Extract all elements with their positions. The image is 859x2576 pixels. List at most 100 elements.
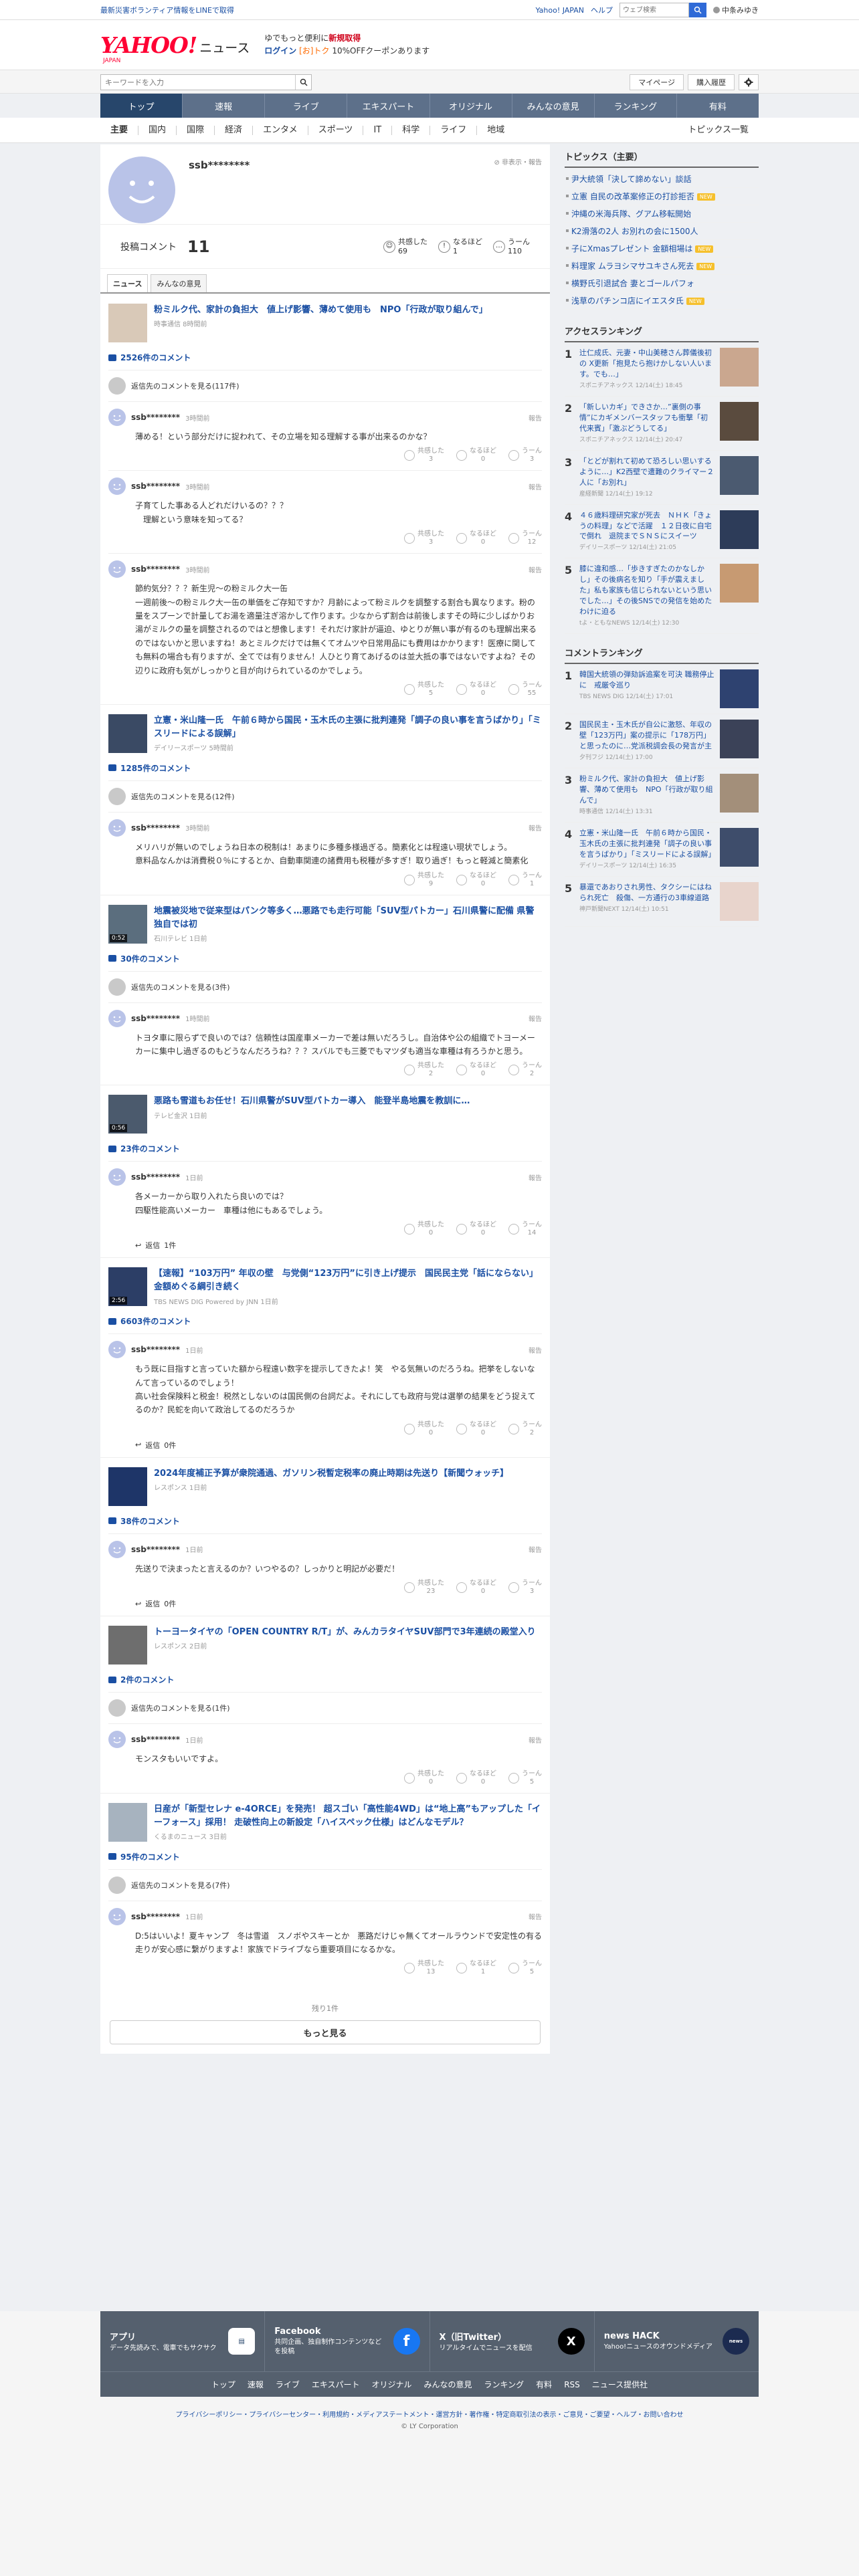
footer-nav-item[interactable]: 速報 xyxy=(248,2379,264,2390)
avatar[interactable] xyxy=(108,1341,126,1359)
ranking-item[interactable]: 2 「新しいカギ」できさか…”裏側の事情”にカギメンバースタッフも衝撃「初代来賓」… xyxy=(565,397,759,451)
tab-opinion[interactable]: みんなの意見 xyxy=(151,274,207,292)
reaction-naruhodo-button[interactable]: なるほど 0 xyxy=(456,1770,496,1786)
web-search-input[interactable] xyxy=(619,3,689,17)
avatar[interactable] xyxy=(108,477,126,496)
nav-opinion[interactable]: みんなの意見 xyxy=(512,94,595,118)
ranking-item[interactable]: 1 辻仁成氏、元妻・中山美穂さん葬儀後初の X更新「抱見たら抱けかしない人います。… xyxy=(565,342,759,397)
reply-link[interactable]: ↩ 返信 1件 xyxy=(135,1240,542,1251)
article-thumbnail[interactable] xyxy=(108,1467,147,1506)
tab-news[interactable]: ニュース xyxy=(107,274,149,292)
avatar[interactable] xyxy=(108,1009,126,1027)
reaction-uun-button[interactable]: うーん 5 xyxy=(508,1770,542,1786)
report-link[interactable]: 報告 xyxy=(529,1735,542,1745)
reaction-uun-button[interactable]: うーん 2 xyxy=(508,1421,542,1437)
reaction-kyokan-button[interactable]: 共感した 0 xyxy=(404,1421,444,1437)
reaction-kyokan-button[interactable]: 共感した 2 xyxy=(404,1062,444,1078)
ranking-item[interactable]: 1 韓国大統領の弾劾訴追案を可決 職務停止に 戒厳令巡り TBS NEWS DIG … xyxy=(565,664,759,715)
show-parent-comment[interactable]: 返信先のコメントを見る(12件) xyxy=(108,780,542,805)
reaction-kyokan-button[interactable]: 共感した 9 xyxy=(404,872,444,888)
comment-count-link[interactable]: 38件のコメント xyxy=(108,1515,542,1527)
topics-list-link[interactable]: トピックス一覧 xyxy=(678,126,759,135)
comment-username[interactable]: ssb******** xyxy=(131,1172,180,1182)
load-more-button[interactable]: もっと見る xyxy=(110,2020,541,2045)
reaction-naruhodo-button[interactable]: なるほど 0 xyxy=(456,872,496,888)
reply-link[interactable]: ↩ 返信 0件 xyxy=(135,1598,542,1609)
footer-links[interactable]: プライバシーポリシー・プライバシーセンター・利用規約・メディアステートメント・運… xyxy=(0,2409,859,2419)
reaction-naruhodo-button[interactable]: なるほど 0 xyxy=(456,1580,496,1596)
nav-top[interactable]: トップ xyxy=(100,94,183,118)
footer-nav-item[interactable]: ニュース提供社 xyxy=(592,2379,648,2390)
comment-username[interactable]: ssb******** xyxy=(131,823,180,833)
reaction-naruhodo-button[interactable]: なるほど 1 xyxy=(456,1960,496,1976)
help-link[interactable]: ヘルプ xyxy=(591,5,613,15)
ranking-item[interactable]: 3 粉ミルク代、家計の負担大 値上げ影響、薄めて使用も NPO「行政が取り組んで」… xyxy=(565,768,759,823)
reaction-uun-button[interactable]: うーん 55 xyxy=(508,681,542,697)
reaction-uun-button[interactable]: うーん 1 xyxy=(508,872,542,888)
mypage-button[interactable]: マイページ xyxy=(630,74,684,90)
show-parent-comment[interactable]: 返信先のコメントを見る(3件) xyxy=(108,970,542,996)
avatar[interactable] xyxy=(108,819,126,837)
footer-nav-item[interactable]: エキスパート xyxy=(312,2379,360,2390)
reply-link[interactable]: ↩ 返信 0件 xyxy=(135,1440,542,1451)
cat-local[interactable]: 地域 xyxy=(477,126,514,135)
avatar[interactable] xyxy=(108,1168,126,1186)
footer-facebook[interactable]: Facebook 共同企画、独自制作コンテンツなどを投稿 f xyxy=(265,2311,430,2371)
reaction-uun-button[interactable]: うーん 3 xyxy=(508,1580,542,1596)
comment-count-link[interactable]: 2526件のコメント xyxy=(108,352,542,363)
topic-item[interactable]: 尹大統領「決して諦めない」談話 xyxy=(565,171,759,188)
cat-entertainment[interactable]: エンタメ xyxy=(253,126,308,135)
report-link[interactable]: 報告 xyxy=(529,1172,542,1182)
comment-count-link[interactable]: 95件のコメント xyxy=(108,1851,542,1862)
nav-expert[interactable]: エキスパート xyxy=(347,94,430,118)
ranking-item[interactable]: 5 膝に違和感…「歩きすぎたのかなしかし」その後病名を知り「手が震えました」私も家… xyxy=(565,558,759,635)
yahoo-news-logo[interactable]: YAHOO! ニュース xyxy=(100,34,250,56)
reaction-kyokan-button[interactable]: 共感した 5 xyxy=(404,681,444,697)
yahoo-japan-link[interactable]: Yahoo! JAPAN xyxy=(535,6,584,15)
keyword-input[interactable] xyxy=(101,75,295,90)
ranking-item[interactable]: 5 暴還であおりされ男性、タクシーにはねられ死亡 殺傷、一方通行の3車線道路 神戸新… xyxy=(565,877,759,927)
nav-flash[interactable]: 速報 xyxy=(183,94,266,118)
report-link[interactable]: 報告 xyxy=(529,1345,542,1355)
comment-username[interactable]: ssb******** xyxy=(131,413,180,422)
comment-username[interactable]: ssb******** xyxy=(131,1014,180,1023)
topic-item[interactable]: K2滑落の2人 お別れの会に1500人 xyxy=(565,223,759,240)
article-title[interactable]: 地震被災地で従来型はパンク等多く…悪路でも走行可能「SUV型パトカー」石川県警に… xyxy=(154,905,542,932)
footer-newshack[interactable]: news HACK Yahoo!ニュースのオウンドメディア news xyxy=(595,2311,759,2371)
article-thumbnail[interactable]: 0:52 xyxy=(108,904,147,944)
footer-app[interactable]: アプリ データ先読みで、電車でもサクサク ▤ xyxy=(100,2311,266,2371)
nav-paid[interactable]: 有料 xyxy=(677,94,759,118)
comment-username[interactable]: ssb******** xyxy=(131,1345,180,1354)
reaction-uun-button[interactable]: うーん 3 xyxy=(508,447,542,463)
article-thumbnail[interactable] xyxy=(108,1626,147,1665)
footer-nav-item[interactable]: みんなの意見 xyxy=(424,2379,472,2390)
cat-science[interactable]: 科学 xyxy=(392,126,431,135)
cat-sports[interactable]: スポーツ xyxy=(308,126,364,135)
cat-world[interactable]: 国際 xyxy=(177,126,215,135)
reaction-naruhodo-button[interactable]: なるほど 0 xyxy=(456,530,496,546)
keyword-search-button[interactable] xyxy=(295,75,311,90)
reaction-kyokan-button[interactable]: 共感した 3 xyxy=(404,530,444,546)
reaction-kyokan-button[interactable]: 共感した 23 xyxy=(404,1580,444,1596)
footer-nav-item[interactable]: ランキング xyxy=(484,2379,524,2390)
comment-username[interactable]: ssb******** xyxy=(131,1545,180,1554)
reaction-uun-button[interactable]: うーん 5 xyxy=(508,1960,542,1976)
reaction-kyokan-button[interactable]: 共感した 0 xyxy=(404,1221,444,1237)
report-link[interactable]: 報告 xyxy=(529,1911,542,1921)
reaction-naruhodo-button[interactable]: なるほど 0 xyxy=(456,447,496,463)
reaction-naruhodo-button[interactable]: なるほど 0 xyxy=(456,1062,496,1078)
comment-username[interactable]: ssb******** xyxy=(131,564,180,574)
article-thumbnail[interactable]: 2:56 xyxy=(108,1267,147,1307)
article-thumbnail[interactable] xyxy=(108,304,147,342)
reaction-kyokan-button[interactable]: 共感した 3 xyxy=(404,447,444,463)
ranking-item[interactable]: 4 立憲・米山隆一氏 午前６時から国民・玉木氏の主張に批判連発「調子の良い事を言う… xyxy=(565,823,759,877)
comment-count-link[interactable]: 2件のコメント xyxy=(108,1674,542,1685)
footer-x[interactable]: X（旧Twitter） リアルタイムでニュースを配信 X xyxy=(430,2311,595,2371)
show-parent-comment[interactable]: 返信先のコメントを見る(7件) xyxy=(108,1868,542,1894)
reaction-kyokan-button[interactable]: 共感した 0 xyxy=(404,1770,444,1786)
report-link[interactable]: 報告 xyxy=(529,481,542,492)
avatar[interactable] xyxy=(108,560,126,578)
comment-count-link[interactable]: 6603件のコメント xyxy=(108,1315,542,1327)
topic-item[interactable]: 立憲 自民の改革案修正の打診拒否 NEW xyxy=(565,188,759,205)
purchase-history-button[interactable]: 購入履歴 xyxy=(688,74,735,90)
